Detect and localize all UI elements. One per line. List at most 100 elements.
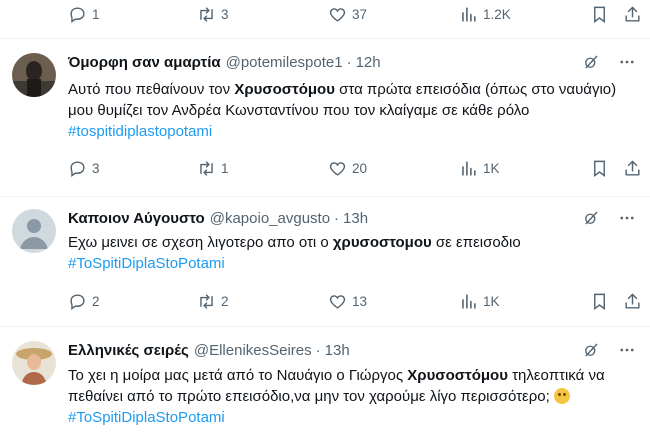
highlighted-keyword: Χρυσοστόμου [234,81,335,98]
tweet[interactable]: Όμορφη σαν αμαρτία @potemilespote1 · 12h… [0,51,650,191]
retweet-icon [200,6,213,22]
timeline-feed: 1 3 37 1.2K Όμορφη σαν αμαρτία @potemile… [0,0,650,442]
tweet-text-part: Εχω μεινει σε σχεση λιγοτερο απο οτι ο [68,234,333,251]
retweet-button[interactable]: 3 [197,2,229,26]
avatar-photo [12,341,56,385]
highlighted-keyword: Χρυσοστόμου [407,367,508,384]
bookmark-button[interactable] [590,156,609,180]
heart-icon [329,294,346,309]
tweet-time[interactable]: 12h [356,54,381,71]
author-handle[interactable]: @EllenikesSeires [194,342,312,359]
tweet-time[interactable]: 13h [325,342,350,359]
like-count: 37 [352,6,368,22]
author-name[interactable]: Καποιον Αύγουστο [68,210,205,227]
retweet-button[interactable]: 2 [197,289,229,313]
tweet-header: Όμορφη σαν αμαρτία @potemilespote1 · 12h [68,51,381,73]
avatar-photo [12,53,56,97]
tweet-top-actions [582,207,636,229]
tweet-text-part: Αυτό που πεθαίνουν τον [68,81,235,98]
views-icon [462,293,476,309]
heart-icon [329,7,346,22]
views-button[interactable]: 1K [459,156,500,180]
like-button[interactable]: 13 [328,289,367,313]
divider [0,326,650,327]
share-button[interactable] [623,156,642,180]
tweet-text: Αυτό που πεθαίνουν τον Χρυσοστόμου στα π… [68,79,628,142]
author-name[interactable]: Ελληνικές σειρές [68,342,189,359]
tweet[interactable]: Καποιον Αύγουστο @kapoio_avgusto · 13h Ε… [0,207,650,319]
views-button[interactable]: 1.2K [459,2,511,26]
tweet-text-part: Το χει η μοίρα μας μετά από το Ναυάγιο ο… [68,367,408,384]
bookmark-button[interactable] [590,2,609,26]
hashtag-link[interactable]: #ToSpitiDiplaStoPotami [68,409,225,426]
bookmark-button[interactable] [590,289,609,313]
grok-icon[interactable] [582,209,600,227]
retweet-button[interactable]: 1 [197,156,229,180]
separator-dot: · [346,53,352,71]
reply-icon [70,6,85,23]
share-icon [625,293,640,309]
grok-icon[interactable] [582,341,600,359]
retweet-icon [200,293,213,309]
tweet-time[interactable]: 13h [343,210,368,227]
avatar[interactable] [12,209,56,253]
author-name[interactable]: Όμορφη σαν αμαρτία [68,54,221,71]
views-icon [462,160,476,176]
highlighted-keyword: χρυσοστομου [332,234,432,251]
divider [0,196,650,197]
grok-icon[interactable] [582,53,600,71]
author-handle[interactable]: @kapoio_avgusto [210,210,330,227]
avatar[interactable] [12,53,56,97]
tweet-header: Ελληνικές σειρές @EllenikesSeires · 13h [68,339,350,361]
reply-button[interactable]: 3 [68,156,100,180]
author-handle[interactable]: @potemilespote1 [226,54,343,71]
share-icon [625,160,640,176]
like-button[interactable]: 37 [328,2,367,26]
reply-count: 1 [92,6,100,22]
reply-button[interactable]: 1 [68,2,100,26]
like-count: 20 [352,160,368,176]
share-button[interactable] [623,289,642,313]
like-button[interactable]: 20 [328,156,367,180]
retweet-icon [200,160,213,176]
hashtag-link[interactable]: #tospitidiplastopotami [68,123,212,140]
tweet-actions: 3 1 20 1K [0,156,650,180]
reply-icon [70,293,85,310]
tweet-text: Εχω μεινει σε σχεση λιγοτερο απο οτι ο χ… [68,232,628,274]
tweet-top-actions [582,51,636,73]
tweet-header: Καποιον Αύγουστο @kapoio_avgusto · 13h [68,207,368,229]
tweet-text: Το χει η μοίρα μας μετά από το Ναυάγιο ο… [68,365,628,428]
retweet-count: 1 [221,160,229,176]
share-icon [625,6,640,22]
retweet-count: 2 [221,293,229,309]
bookmark-icon [594,6,605,23]
tweet-top-actions [582,339,636,361]
hashtag-link[interactable]: #ToSpitiDiplaStoPotami [68,255,225,272]
more-icon[interactable] [618,341,636,359]
share-button[interactable] [623,2,642,26]
views-count: 1K [483,160,500,176]
like-count: 13 [352,293,368,309]
avatar[interactable] [12,341,56,385]
reply-count: 2 [92,293,100,309]
tearful-face-emoji-icon [553,388,570,404]
reply-button[interactable]: 2 [68,289,100,313]
divider [0,38,650,39]
views-icon [462,6,476,22]
more-icon[interactable] [618,53,636,71]
top-tweet-actions: 1 3 37 1.2K [0,2,650,26]
reply-count: 3 [92,160,100,176]
bookmark-icon [594,293,605,310]
default-avatar-icon [12,209,56,253]
reply-icon [70,160,85,177]
views-count: 1.2K [483,6,511,22]
bookmark-icon [594,160,605,177]
tweet-text-part: σε επεισοδιο [431,234,521,251]
more-icon[interactable] [618,209,636,227]
retweet-count: 3 [221,6,229,22]
tweet[interactable]: Ελληνικές σειρές @EllenikesSeires · 13h … [0,339,650,442]
views-button[interactable]: 1K [459,289,500,313]
separator-dot: · [315,341,321,359]
heart-icon [329,161,346,176]
tweet-actions: 2 2 13 1K [0,289,650,313]
